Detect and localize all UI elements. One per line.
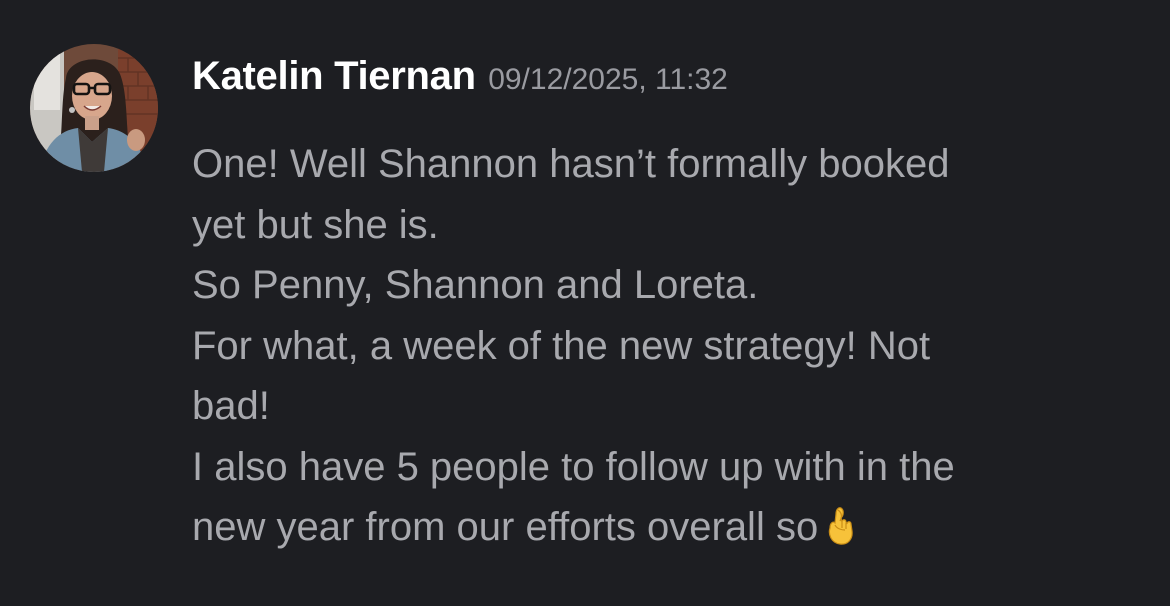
user-avatar-photo (30, 44, 158, 172)
message-body: One! Well Shannon hasn’t formally booked… (192, 134, 1122, 564)
message-header: Katelin Tiernan 09/12/2025, 11:32 (192, 54, 728, 107)
chat-message: Katelin Tiernan 09/12/2025, 11:32 One! W… (0, 0, 1170, 606)
avatar[interactable] (30, 44, 158, 172)
message-line: For what, a week of the new strategy! No… (192, 323, 931, 368)
message-line: So Penny, Shannon and Loreta. (192, 263, 759, 307)
message-line-text: new year from our efforts overall so (192, 505, 819, 549)
message-line-last: new year from our efforts overall so (192, 497, 1122, 564)
message-line: bad! (192, 384, 270, 428)
message-line: One! Well Shannon hasn’t formally booked (192, 142, 950, 186)
crossed-fingers-icon (822, 503, 856, 564)
message-timestamp: 09/12/2025, 11:32 (488, 63, 728, 96)
author-name[interactable]: Katelin Tiernan (192, 54, 476, 98)
message-line: I also have 5 people to follow up with i… (192, 444, 955, 489)
message-line: yet but she is. (192, 202, 439, 247)
